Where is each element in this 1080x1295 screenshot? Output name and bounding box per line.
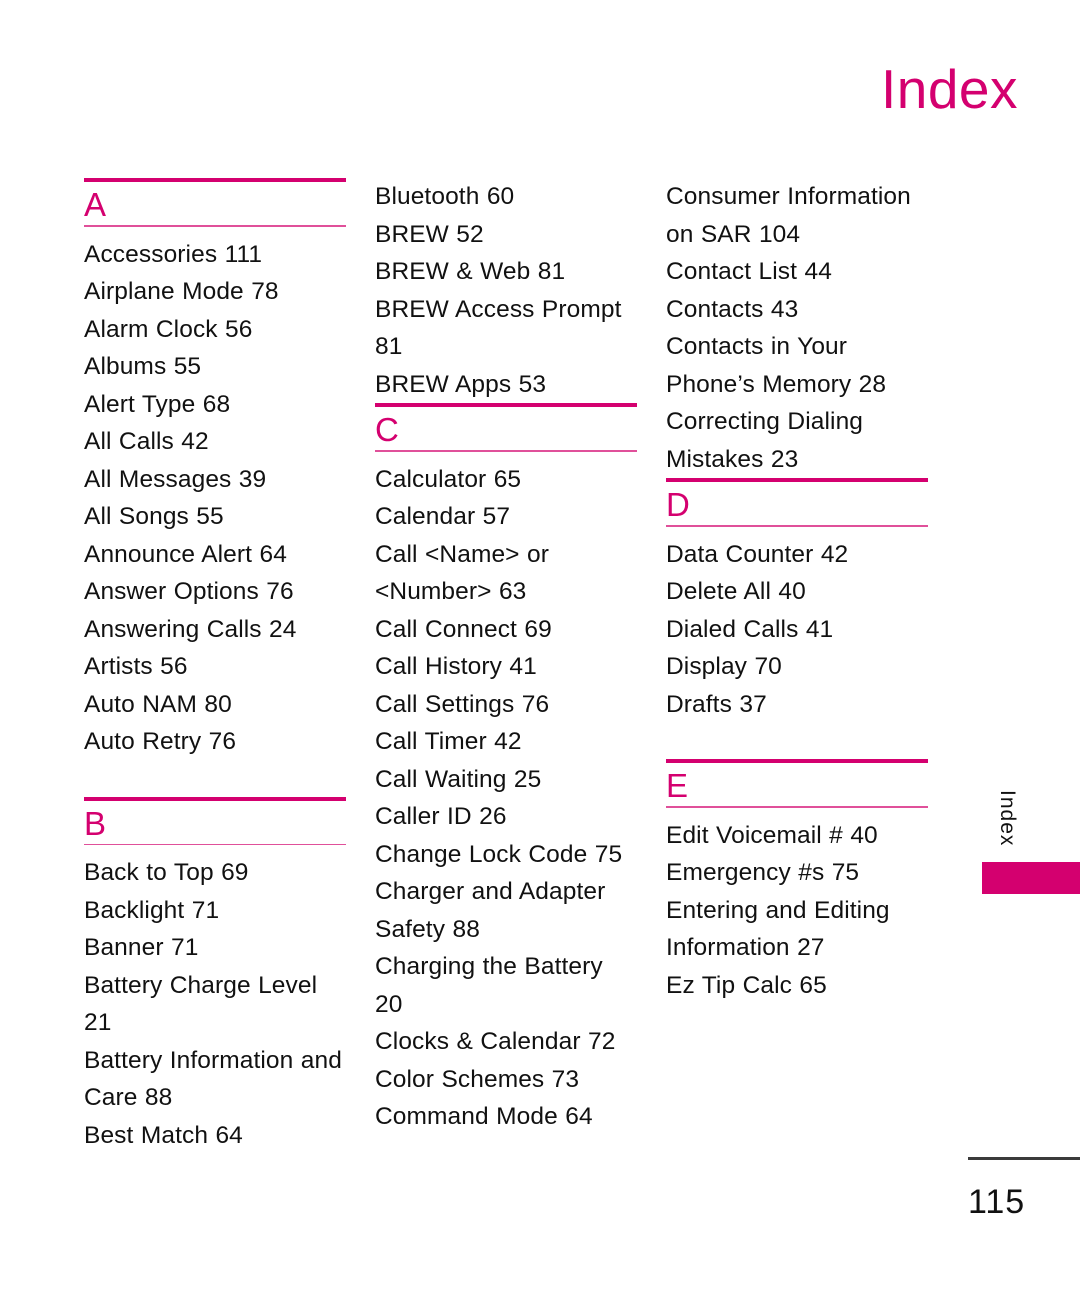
index-section: A Accessories 111 Airplane Mode 78 Alarm Cl… bbox=[84, 178, 346, 761]
index-column: A Accessories 111 Airplane Mode 78 Alarm Cl… bbox=[84, 178, 346, 1154]
section-header: E bbox=[666, 759, 928, 808]
index-entry: Announce Alert 64 bbox=[84, 540, 287, 568]
index-entry: Answering Calls 24 bbox=[84, 615, 297, 643]
index-entry: Drafts 37 bbox=[666, 690, 767, 718]
section-letter: E bbox=[666, 767, 689, 805]
section-rule-bottom bbox=[375, 450, 637, 452]
section-letter: C bbox=[375, 411, 399, 448]
index-entry: All Calls 42 bbox=[84, 428, 209, 456]
index-entry: Albums 55 bbox=[84, 353, 202, 381]
section-rule-bottom bbox=[84, 843, 346, 846]
index-entry: Bluetooth 60 bbox=[375, 183, 515, 210]
index-entry: BREW 52 bbox=[375, 220, 484, 248]
index-entry: Contacts in Your Phone’s Memory 28 bbox=[666, 333, 887, 398]
index-entry: Battery Charge Level 21 bbox=[84, 971, 318, 1037]
index-entry: Call <Name> or <Number> 63 bbox=[375, 540, 549, 606]
index-entry: Call Connect 69 bbox=[375, 615, 552, 643]
index-entry: Color Schemes 73 bbox=[375, 1065, 580, 1093]
index-section: B Back to Top 69 Backlight 71 Banner 71 Batt… bbox=[84, 796, 346, 1155]
index-entry: Back to Top 69 bbox=[84, 859, 249, 887]
index-entry: Artists 56 bbox=[84, 653, 188, 681]
index-columns: A Accessories 111 Airplane Mode 78 Alarm Cl… bbox=[84, 178, 996, 1154]
index-column: Bluetooth 60 BREW 52 BREW & Web 81 BREW Acc… bbox=[375, 178, 637, 1136]
index-entry: Display 70 bbox=[666, 653, 782, 681]
index-entry-list: Accessories 111 Airplane Mode 78 Alarm Clo… bbox=[84, 236, 346, 761]
index-entry: Accessories 111 bbox=[84, 240, 263, 268]
index-entry: Command Mode 64 bbox=[375, 1103, 593, 1131]
index-entry-list: Back to Top 69 Backlight 71 Banner 71 Batte… bbox=[84, 854, 346, 1154]
index-entry: Data Counter 42 bbox=[666, 540, 849, 568]
section-header: D bbox=[666, 478, 928, 527]
index-entry: Charger and Adapter Safety 88 bbox=[375, 878, 606, 943]
index-entry: Call History 41 bbox=[375, 653, 537, 681]
index-tab-marker bbox=[982, 862, 1080, 894]
index-entry-list: Data Counter 42 Delete All 40 Dialed Calls… bbox=[666, 536, 928, 724]
index-entry: BREW & Web 81 bbox=[375, 258, 566, 285]
index-entry: Charging the Battery 20 bbox=[375, 953, 603, 1018]
index-entry: Battery Information and Care 88 bbox=[84, 1046, 342, 1112]
index-entry-list-continued: Bluetooth 60 BREW 52 BREW & Web 81 BREW Acc… bbox=[375, 178, 637, 403]
index-entry: Edit Voicemail # 40 bbox=[666, 821, 878, 849]
index-entry: All Messages 39 bbox=[84, 465, 267, 493]
index-entry: Call Settings 76 bbox=[375, 690, 550, 718]
index-entry: Consumer Information on SAR 104 bbox=[666, 183, 911, 248]
index-entry: Emergency #s 75 bbox=[666, 859, 860, 887]
section-letter: D bbox=[666, 486, 690, 523]
index-tab-label: Index bbox=[996, 790, 1019, 847]
section-header: C bbox=[375, 403, 637, 452]
index-entry: Answer Options 76 bbox=[84, 578, 294, 606]
page-number: 115 bbox=[968, 1183, 1026, 1221]
section-header: B bbox=[84, 796, 346, 846]
index-entry: Backlight 71 bbox=[84, 896, 220, 924]
section-rule-bottom bbox=[666, 525, 928, 527]
index-section: D Data Counter 42 Delete All 40 Dialed Call… bbox=[666, 478, 928, 723]
section-rule-bottom bbox=[84, 225, 346, 227]
index-entry: Auto Retry 76 bbox=[84, 728, 237, 756]
index-entry: Change Lock Code 75 bbox=[375, 840, 623, 868]
index-entry: Calendar 57 bbox=[375, 503, 511, 531]
index-entry-list: Calculator 65 Calendar 57 Call <Name> or <… bbox=[375, 461, 637, 1136]
index-entry: Calculator 65 bbox=[375, 465, 522, 493]
index-entry-list-continued: Consumer Information on SAR 104 Contact L… bbox=[666, 178, 928, 478]
index-entry: Correcting Dialing Mistakes 23 bbox=[666, 408, 864, 473]
index-entry: Entering and Editing Information 27 bbox=[666, 896, 890, 962]
index-entry: Caller ID 26 bbox=[375, 803, 507, 831]
index-entry: Contacts 43 bbox=[666, 295, 799, 323]
index-entry: Auto NAM 80 bbox=[84, 690, 232, 718]
index-entry: Alarm Clock 56 bbox=[84, 315, 253, 343]
index-entry-list: Edit Voicemail # 40 Emergency #s 75 Enteri… bbox=[666, 817, 928, 1005]
index-entry: Alert Type 68 bbox=[84, 390, 231, 418]
footer-divider bbox=[968, 1157, 1080, 1160]
index-entry: All Songs 55 bbox=[84, 503, 224, 531]
index-section: C Calculator 65 Calendar 57 Call <Name> or … bbox=[375, 403, 637, 1136]
index-entry: Delete All 40 bbox=[666, 578, 806, 606]
section-letter: B bbox=[84, 804, 107, 842]
index-section: E Edit Voicemail # 40 Emergency #s 75 Enter… bbox=[666, 759, 928, 1004]
section-rule-bottom bbox=[666, 806, 928, 808]
section-letter: A bbox=[84, 186, 107, 223]
index-entry: BREW Apps 53 bbox=[375, 370, 547, 398]
index-entry: Ez Tip Calc 65 bbox=[666, 971, 827, 999]
index-entry: Call Waiting 25 bbox=[375, 765, 542, 793]
section-header: A bbox=[84, 178, 346, 227]
index-entry: Contact List 44 bbox=[666, 258, 832, 285]
index-entry: Best Match 64 bbox=[84, 1121, 243, 1149]
index-entry: Clocks & Calendar 72 bbox=[375, 1028, 616, 1056]
index-entry: Banner 71 bbox=[84, 934, 199, 962]
index-column: Consumer Information on SAR 104 Contact L… bbox=[666, 178, 928, 1004]
index-entry: Call Timer 42 bbox=[375, 728, 522, 756]
index-entry: BREW Access Prompt 81 bbox=[375, 295, 622, 361]
index-entry: Airplane Mode 78 bbox=[84, 278, 279, 306]
page-title: Index bbox=[880, 58, 1018, 120]
index-entry: Dialed Calls 41 bbox=[666, 615, 834, 643]
